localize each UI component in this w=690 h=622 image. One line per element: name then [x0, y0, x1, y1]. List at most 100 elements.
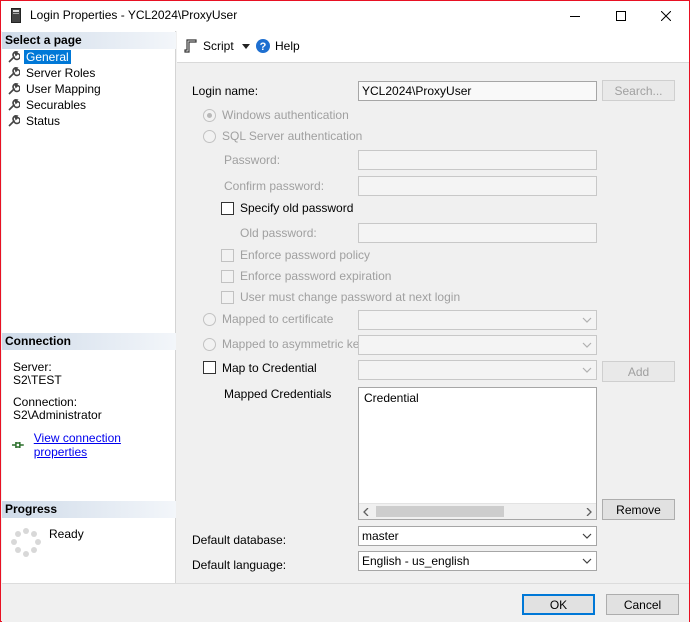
connection-value: S2\Administrator: [13, 408, 102, 422]
minimize-button[interactable]: [552, 1, 598, 31]
map-credential-checkbox[interactable]: [203, 361, 216, 374]
progress-status: Ready: [49, 527, 84, 541]
login-name-input[interactable]: YCL2024\ProxyUser: [358, 81, 597, 101]
credential-dropdown[interactable]: [358, 360, 597, 380]
left-pane: Select a page General Server Roles User …: [2, 31, 176, 583]
chevron-down-icon: [582, 367, 592, 373]
scrollbar-thumb[interactable]: [376, 506, 504, 517]
search-button[interactable]: Search...: [602, 80, 675, 101]
page-item-label: Securables: [26, 98, 87, 112]
server-value: S2\TEST: [13, 373, 62, 387]
remove-button[interactable]: Remove: [602, 499, 675, 520]
page-item-general[interactable]: General: [8, 49, 71, 65]
page-item-label: Status: [26, 114, 61, 128]
login-properties-window: Login Properties - YCL2024\ProxyUser Sel…: [0, 0, 690, 622]
confirm-password-label: Confirm password:: [224, 179, 325, 193]
close-icon: [661, 11, 671, 21]
script-label: Script: [203, 39, 234, 53]
specify-old-password-label: Specify old password: [240, 201, 354, 215]
cancel-button[interactable]: Cancel: [606, 594, 679, 615]
chevron-down-icon[interactable]: [241, 43, 250, 49]
mapped-credentials-grid[interactable]: Credential: [358, 387, 597, 520]
default-database-dropdown[interactable]: master: [358, 526, 597, 546]
page-item-user-mapping[interactable]: User Mapping: [8, 81, 103, 97]
mapped-cert-dropdown[interactable]: [358, 310, 597, 330]
mapped-asym-dropdown[interactable]: [358, 335, 597, 355]
dialog-footer: OK Cancel: [2, 583, 689, 622]
mapped-cert-label: Mapped to certificate: [222, 312, 334, 326]
script-icon: [184, 39, 197, 53]
title-bar: Login Properties - YCL2024\ProxyUser: [1, 1, 689, 31]
password-label: Password:: [224, 153, 281, 167]
wrench-icon: [8, 99, 20, 111]
scroll-left-icon[interactable]: [363, 508, 369, 516]
wrench-icon: [8, 51, 20, 63]
wrench-icon: [8, 67, 20, 79]
must-change-label: User must change password at next login: [240, 290, 461, 304]
default-language-value: English - us_english: [362, 554, 470, 568]
page-item-label: General: [24, 50, 71, 64]
page-item-server-roles[interactable]: Server Roles: [8, 65, 97, 81]
maximize-button[interactable]: [598, 1, 644, 31]
confirm-password-input[interactable]: [358, 176, 597, 196]
svg-text:?: ?: [260, 41, 267, 53]
enforce-expiration-label: Enforce password expiration: [240, 269, 392, 283]
old-password-input[interactable]: [358, 223, 597, 243]
mapped-asym-radio[interactable]: [203, 338, 216, 351]
view-connection-properties-link[interactable]: View connection properties: [34, 431, 175, 459]
mapped-credentials-label: Mapped Credentials: [224, 387, 332, 401]
scroll-right-icon[interactable]: [586, 508, 592, 516]
chevron-down-icon: [582, 342, 592, 348]
window-title: Login Properties - YCL2024\ProxyUser: [30, 8, 238, 22]
chevron-down-icon: [582, 533, 592, 539]
default-language-label: Default language:: [192, 558, 287, 572]
help-icon: ?: [256, 39, 270, 53]
login-name-label: Login name:: [192, 84, 259, 98]
page-item-label: Server Roles: [26, 66, 96, 80]
close-button[interactable]: [643, 1, 689, 31]
must-change-checkbox[interactable]: [221, 291, 234, 304]
ok-button[interactable]: OK: [522, 594, 595, 615]
chevron-down-icon: [582, 317, 592, 323]
default-language-dropdown[interactable]: English - us_english: [358, 551, 597, 571]
sql-auth-radio[interactable]: [203, 130, 216, 143]
wrench-icon: [8, 83, 20, 95]
app-icon: [11, 8, 21, 23]
credential-column-header: Credential: [364, 391, 419, 405]
default-database-label: Default database:: [192, 533, 287, 547]
connection-header: Connection: [2, 333, 176, 350]
chevron-down-icon: [582, 558, 592, 564]
select-page-header: Select a page: [2, 32, 176, 49]
windows-auth-label: Windows authentication: [222, 108, 349, 122]
enforce-policy-label: Enforce password policy: [240, 248, 371, 262]
sql-auth-label: SQL Server authentication: [222, 129, 363, 143]
progress-header: Progress: [2, 501, 176, 518]
add-button[interactable]: Add: [602, 361, 675, 382]
wrench-icon: [8, 115, 20, 127]
maximize-icon: [616, 11, 626, 21]
server-label: Server:: [13, 360, 52, 374]
general-page: Script ? Help Login name: YCL2024\ProxyU…: [177, 31, 689, 583]
mapped-cert-radio[interactable]: [203, 313, 216, 326]
page-item-status[interactable]: Status: [8, 113, 62, 129]
default-database-value: master: [362, 529, 399, 543]
help-button[interactable]: ? Help: [256, 39, 300, 53]
page-item-securables[interactable]: Securables: [8, 97, 88, 113]
enforce-policy-checkbox[interactable]: [221, 249, 234, 262]
windows-auth-radio[interactable]: [203, 109, 216, 122]
enforce-expiration-checkbox[interactable]: [221, 270, 234, 283]
page-item-label: User Mapping: [26, 82, 101, 96]
horizontal-scrollbar[interactable]: [359, 503, 596, 519]
connection-label: Connection:: [13, 395, 78, 409]
old-password-label: Old password:: [240, 226, 317, 240]
mapped-asym-label: Mapped to asymmetric key: [222, 337, 366, 351]
progress-spinner-icon: [11, 528, 41, 558]
map-credential-label: Map to Credential: [222, 361, 317, 375]
view-connection-properties[interactable]: View connection properties: [11, 431, 175, 459]
toolbar: Script ? Help: [177, 31, 689, 63]
specify-old-password-checkbox[interactable]: [221, 202, 234, 215]
minimize-icon: [570, 16, 580, 17]
connection-plug-icon: [11, 442, 24, 448]
password-input[interactable]: [358, 150, 597, 170]
script-button[interactable]: Script: [184, 39, 250, 53]
